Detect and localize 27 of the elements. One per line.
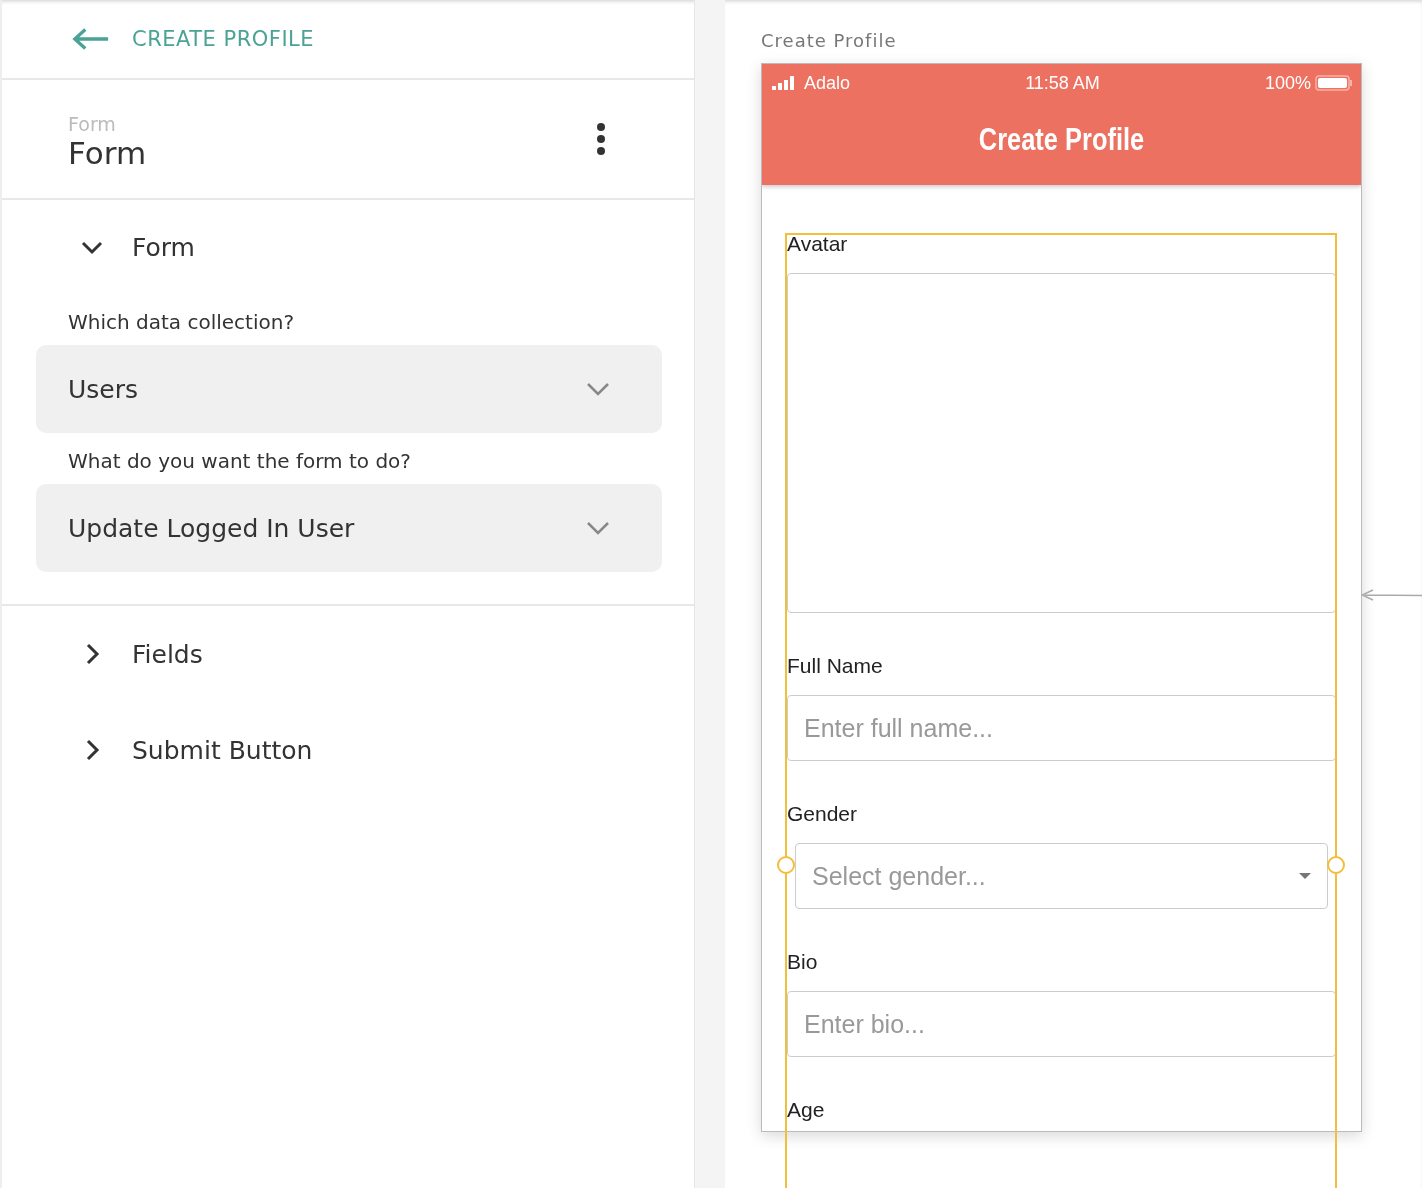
- section-title[interactable]: Submit Button: [132, 735, 313, 765]
- section-title[interactable]: Fields: [132, 639, 203, 669]
- battery-percent: 100%: [1264, 72, 1311, 94]
- chevron-down-icon: [586, 521, 610, 535]
- more-options-icon[interactable]: [596, 122, 606, 156]
- caret-icon: [1299, 873, 1311, 879]
- field-label: Full Name: [787, 653, 884, 679]
- setting-label: Which data collection?: [67, 309, 295, 336]
- connector-arrow: [1361, 589, 1422, 601]
- dropdown-select[interactable]: Update Logged In User: [36, 484, 662, 572]
- field-label: Gender: [787, 801, 859, 827]
- field-label: Age: [787, 1097, 826, 1123]
- field-label: Avatar: [787, 231, 849, 257]
- screen-name-label[interactable]: Create Profile: [761, 30, 1422, 51]
- setting-label: What do you want the form to do?: [67, 448, 412, 475]
- battery-icon: [1315, 75, 1353, 91]
- component-name: Form: [68, 135, 147, 171]
- carrier-name: Adalo: [804, 72, 851, 94]
- signal-icon: [772, 76, 796, 90]
- section-title[interactable]: Form: [132, 232, 195, 262]
- status-time: 11:58 AM: [1025, 72, 1100, 94]
- component-type: Form: [68, 113, 117, 135]
- chevron-down-icon: [586, 382, 610, 396]
- dropdown-select[interactable]: Users: [36, 345, 662, 433]
- field-label: Bio: [787, 949, 819, 975]
- app-bar-title: Create Profile: [977, 122, 1146, 158]
- back-arrow-icon[interactable]: [72, 27, 110, 51]
